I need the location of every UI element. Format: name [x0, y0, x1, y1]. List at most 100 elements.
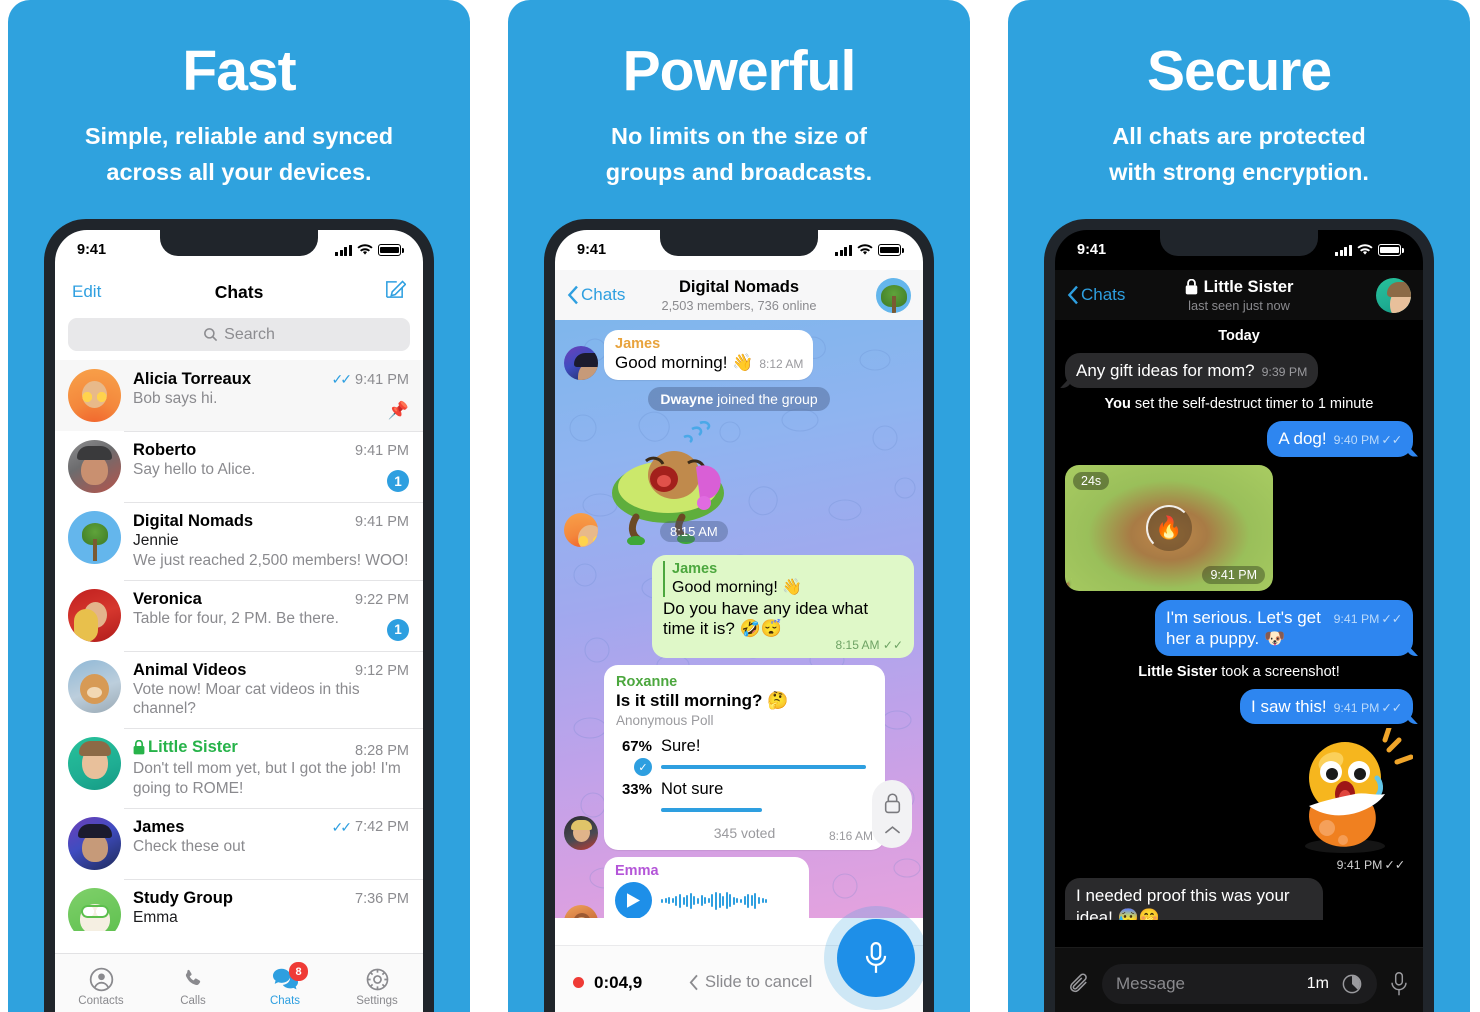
avatar — [564, 345, 598, 380]
chats-unread-badge: 8 — [289, 962, 308, 981]
chat-row-veronica[interactable]: Veronica 9:22 PM Table for four, 2 PM. B… — [55, 579, 423, 651]
edit-button[interactable]: Edit — [72, 282, 101, 302]
poll-selected-icon: ✓ — [634, 758, 652, 777]
message-text: Any gift ideas for mom? — [1076, 361, 1255, 380]
panel-2-headline-block: Powerful No limits on the size of groups… — [508, 0, 970, 190]
message-row-sticker: 9:41 PM ✓✓ — [1065, 728, 1413, 872]
chat-row-animal-videos[interactable]: Animal Videos 9:12 PM Vote now! Moar cat… — [55, 650, 423, 729]
chat-row-roberto[interactable]: Roberto 9:41 PM Say hello to Alice. 1 — [55, 431, 423, 502]
play-icon[interactable] — [615, 882, 652, 918]
poll-option-2[interactable]: 33% Not sure — [616, 780, 873, 819]
record-lock-button[interactable] — [872, 780, 912, 848]
status-bar-3: 9:41 — [1055, 230, 1423, 270]
status-bar-1: 9:41 — [55, 230, 423, 270]
contact-avatar[interactable] — [1376, 277, 1411, 313]
paperclip-icon[interactable] — [1068, 972, 1091, 995]
message-row-ttl-photo: 24s 🔥 9:41 PM — [1065, 464, 1413, 591]
time-divider: 8:15 AM — [660, 520, 728, 542]
message-time: 9:41 PM ✓✓ — [1333, 701, 1402, 715]
tab-label: Settings — [356, 995, 398, 1007]
group-chat-background: James Good morning! 👋 8:12 AM Dwayne join… — [555, 320, 923, 918]
incoming-bubble: I needed proof this was your idea! 😰🤭 9:… — [1065, 878, 1323, 920]
slide-to-cancel[interactable]: Slide to cancel — [689, 973, 858, 992]
chat-list[interactable]: Alicia Torreaux ✓✓ 9:41 PM Bob says hi. … — [55, 360, 423, 931]
unread-badge: 1 — [387, 470, 409, 492]
poll-bar — [661, 808, 762, 813]
tab-chats[interactable]: 8 Chats — [239, 962, 331, 1007]
recording-indicator — [573, 977, 584, 988]
fire-icon: 🔥 — [1146, 504, 1192, 551]
person-circle-icon — [89, 966, 114, 992]
microphone-icon[interactable] — [1388, 971, 1410, 997]
avatar — [68, 737, 121, 791]
outgoing-bubble: A dog! 9:40 PM ✓✓ — [1267, 421, 1413, 457]
tab-settings[interactable]: Settings — [331, 966, 423, 1007]
outgoing-bubble: I'm serious. Let's get her a puppy. 🐶 9:… — [1155, 599, 1413, 656]
poll-bar — [661, 765, 866, 770]
chat-name-text: Little Sister — [148, 738, 238, 757]
chat-preview: Vote now! Moar cat videos in this channe… — [133, 680, 360, 718]
notice-text: set the self-destruct timer to 1 minute — [1130, 396, 1374, 413]
poll-card[interactable]: Roxanne Is it still morning? 🤔 Anonymous… — [604, 665, 885, 851]
avatar — [564, 816, 598, 851]
chevron-up-icon — [884, 825, 900, 834]
compose-icon[interactable] — [383, 278, 407, 306]
message-row-out-2: I'm serious. Let's get her a puppy. 🐶 9:… — [1065, 599, 1413, 656]
join-text: joined the group — [713, 390, 818, 407]
chat-time: 8:28 PM — [355, 743, 409, 760]
chat-title: Little Sister — [1203, 277, 1294, 296]
voice-card[interactable]: Emma — [604, 857, 809, 918]
chat-name: James — [133, 817, 185, 836]
avatar — [68, 511, 121, 564]
search-input[interactable]: Search — [68, 318, 410, 351]
shocked-egg-sticker[interactable] — [1281, 728, 1413, 860]
chat-row-digital-nomads[interactable]: Digital Nomads 9:41 PM Jennie We just re… — [55, 502, 423, 580]
tab-label: Calls — [180, 995, 206, 1007]
read-ticks-icon: ✓✓ — [882, 638, 903, 653]
chat-time: 9:41 PM — [355, 514, 409, 530]
chat-preview: We just reached 2,500 members! WOO! — [133, 551, 409, 569]
chevron-left-icon — [1067, 285, 1078, 305]
tab-contacts[interactable]: Contacts — [55, 966, 147, 1007]
gear-icon — [365, 966, 390, 992]
message-text: I needed proof this was your idea! 😰🤭 — [1076, 886, 1290, 920]
chat-row-alicia[interactable]: Alicia Torreaux ✓✓ 9:41 PM Bob says hi. … — [55, 360, 423, 431]
chat-row-little-sister[interactable]: Little Sister 8:28 PM Don't tell mom yet… — [55, 728, 423, 808]
avatar — [68, 887, 121, 931]
lock-icon — [884, 793, 900, 814]
poll-option-label: Not sure — [661, 780, 724, 799]
quoted-sender: James — [672, 560, 718, 577]
group-chat-navbar: Chats Digital Nomads 2,503 members, 736 … — [555, 270, 923, 320]
panel-2-headline: Powerful — [622, 39, 857, 103]
tab-calls[interactable]: Calls — [147, 966, 239, 1007]
chat-name: Digital Nomads — [133, 512, 254, 530]
chat-row-james[interactable]: James ✓✓ 7:42 PM Check these out — [55, 807, 423, 879]
ttl-countdown: 24s — [1073, 471, 1110, 490]
phone-1-screen: 9:41 Edit Chats Search Alicia Torreaux ✓… — [55, 230, 423, 1012]
self-destructing-photo[interactable]: 24s 🔥 9:41 PM — [1065, 464, 1273, 591]
notch-1 — [160, 230, 318, 256]
wifi-icon — [1357, 244, 1373, 255]
message-input[interactable]: Message 1m — [1102, 963, 1377, 1004]
message-time: 9:40 PM ✓✓ — [1333, 433, 1402, 448]
poll-percent: 67% — [621, 738, 652, 756]
poll-option-1[interactable]: 67% Sure! ✓ — [616, 737, 873, 777]
back-button[interactable]: Chats — [1067, 285, 1125, 305]
group-avatar[interactable] — [876, 277, 911, 313]
chat-name: Alicia Torreaux — [133, 370, 251, 388]
chat-name: Roberto — [133, 441, 197, 459]
message-text: Good morning! 👋 — [615, 353, 754, 372]
notice-text: took a screenshot! — [1217, 664, 1340, 680]
tab-label: Contacts — [78, 995, 124, 1007]
poll-message: Roxanne Is it still morning? 🤔 Anonymous… — [564, 665, 914, 851]
chat-row-study-group[interactable]: Study Group 7:36 PM Emma Test — [55, 878, 423, 931]
message-placeholder: Message — [1116, 973, 1185, 993]
self-destruct-timer-icon[interactable] — [1341, 973, 1363, 995]
self-destruct-timer-value: 1m — [1306, 974, 1329, 992]
avatar — [564, 905, 598, 918]
microphone-button[interactable] — [837, 919, 915, 997]
sticker-time-row: 9:41 PM ✓✓ — [1337, 858, 1405, 872]
back-button[interactable]: Chats — [567, 285, 625, 305]
message-row-in-1: Any gift ideas for mom? 9:39 PM — [1065, 353, 1413, 389]
read-ticks-icon: ✓✓ — [1381, 433, 1402, 448]
